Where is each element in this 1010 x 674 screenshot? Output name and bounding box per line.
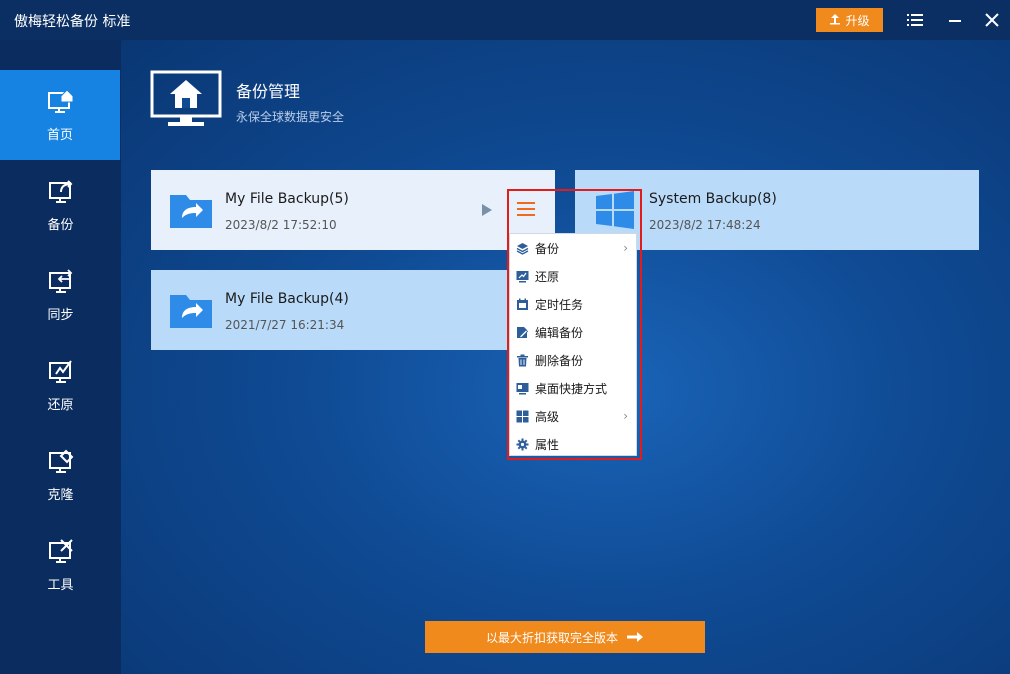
menu-item-label: 定时任务 [535,297,584,312]
page-subtitle: 永保全球数据更安全 [236,110,345,124]
menu-item-label: 备份 [535,241,560,256]
menu-item-label: 属性 [535,437,560,452]
backup-time: 2021/7/27 16:21:34 [225,318,345,332]
menu-item-label: 编辑备份 [535,325,584,340]
backup-monitor-icon [48,179,72,203]
sidebar-item-label: 还原 [47,397,74,413]
sidebar-item-tools[interactable]: 工具 [0,520,121,610]
backup-card-file-4[interactable]: My File Backup(4) 2021/7/27 16:21:34 [151,270,555,350]
home-monitor-icon [48,88,74,113]
backup-name: My File Backup(4) [225,291,349,307]
menu-item-restore[interactable]: 还原 [510,262,636,290]
sidebar-item-backup[interactable]: 备份 [0,160,121,250]
play-icon[interactable] [481,203,493,217]
upgrade-label: 升级 [845,13,870,28]
promo-button[interactable]: 以最大折扣获取完全版本 [425,621,705,653]
backup-name: System Backup(8) [649,191,777,207]
menu-item-desktop-shortcut[interactable]: 桌面快捷方式 [510,374,636,402]
folder-share-icon [170,295,212,328]
sidebar-item-label: 工具 [47,577,74,593]
sidebar-item-label: 克隆 [47,487,74,503]
app-title: 傲梅轻松备份 标准 [14,14,131,30]
folder-share-icon [170,195,212,228]
menu-item-label: 桌面快捷方式 [535,381,608,396]
menu-item-label: 高级 [535,409,560,424]
page-title: 备份管理 [236,82,301,101]
calendar-icon [517,298,528,310]
minimize-icon[interactable] [945,10,965,30]
sidebar-item-home[interactable]: 首页 [0,70,120,160]
restore-monitor-icon [48,359,72,383]
menu-icon[interactable] [905,10,925,30]
sidebar: 首页 备份 同步 还原 克隆 工具 [0,40,121,674]
title-bar: 傲梅轻松备份 标准 升级 [0,0,1010,40]
upgrade-arrow-icon [829,13,841,28]
edit-icon [517,326,529,338]
backup-time: 2023/8/2 17:52:10 [225,218,337,232]
tools-monitor-icon [48,538,73,563]
sidebar-item-sync[interactable]: 同步 [0,250,121,340]
backup-time: 2023/8/2 17:48:24 [649,218,761,232]
close-icon[interactable] [982,10,1002,30]
menu-item-backup[interactable]: 备份 › [510,234,636,262]
backup-card-file-5[interactable]: My File Backup(5) 2023/8/2 17:52:10 [151,170,555,250]
menu-item-advanced[interactable]: 高级 › [510,402,636,430]
sync-monitor-icon [48,268,72,293]
trash-icon [517,354,528,366]
arrow-right-icon [627,632,643,642]
sidebar-item-label: 首页 [46,127,73,143]
sidebar-item-label: 备份 [47,217,74,233]
promo-label: 以最大折扣获取完全版本 [485,630,618,645]
menu-item-label: 还原 [535,269,560,284]
sidebar-item-label: 同步 [47,307,74,323]
context-menu: 备份 › 还原 定时任务 编辑备份 删除备份 桌面快捷方式 高级 › 属性 [509,233,637,456]
menu-item-delete-backup[interactable]: 删除备份 [510,346,636,374]
menu-item-schedule[interactable]: 定时任务 [510,290,636,318]
chevron-right-icon: › [623,409,628,423]
backup-name: My File Backup(5) [225,191,349,207]
shortcut-icon [516,382,529,394]
clone-monitor-icon [48,449,73,473]
chevron-right-icon: › [623,241,628,255]
restore-icon [516,270,529,282]
menu-item-properties[interactable]: 属性 [510,430,636,458]
settings-icon [516,438,529,450]
backup-management-icon [150,70,222,126]
layers-icon [516,242,529,255]
menu-item-edit-backup[interactable]: 编辑备份 [510,318,636,346]
grid-icon [516,410,529,422]
sidebar-item-restore[interactable]: 还原 [0,340,121,430]
upgrade-button[interactable]: 升级 [816,8,883,32]
sidebar-item-clone[interactable]: 克隆 [0,430,121,520]
menu-item-label: 删除备份 [535,353,584,368]
